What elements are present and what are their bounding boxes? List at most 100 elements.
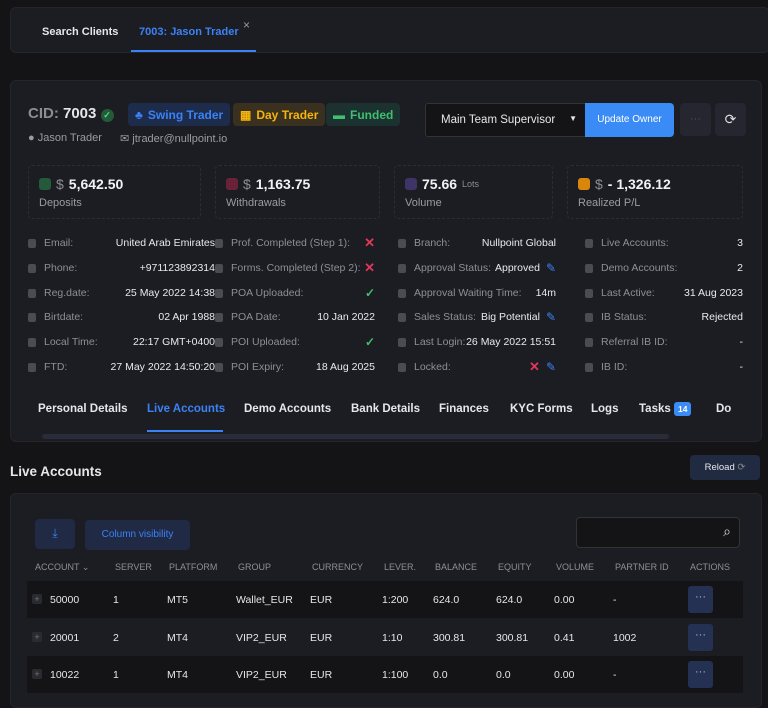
column-header[interactable]: LEVER.	[384, 562, 416, 572]
tab-demo-accounts[interactable]: Demo Accounts	[244, 403, 331, 415]
column-header[interactable]: ACTIONS	[690, 562, 730, 572]
search-icon: ⌕	[723, 523, 731, 539]
tabs-scrollbar[interactable]	[42, 434, 669, 439]
search-input[interactable]: ⌕	[576, 517, 740, 548]
tab-label: Personal Details	[38, 403, 128, 415]
info-key: POA Uploaded:	[231, 287, 304, 299]
field-icon	[28, 288, 36, 298]
download-button[interactable]: ⤓	[35, 519, 75, 549]
stat-label: Realized P/L	[578, 197, 641, 209]
column-header[interactable]: BALANCE	[435, 562, 477, 572]
section-title: Live Accounts	[10, 464, 102, 479]
tab-bar	[10, 7, 768, 53]
stat-label: Deposits	[39, 197, 82, 209]
edit-icon[interactable]: ✎	[546, 360, 556, 374]
column-label: PLATFORM	[169, 562, 218, 572]
column-header[interactable]: PARTNER ID	[615, 562, 669, 572]
owner-select[interactable]: Main Team Supervisor ▼	[425, 103, 586, 137]
column-label: PARTNER ID	[615, 562, 669, 572]
tab-label: Bank Details	[351, 403, 421, 415]
field-icon	[585, 312, 593, 322]
table-row: +20001 2 MT4 VIP2_EUR EUR 1:10 300.81 300.81 0.4…	[27, 618, 743, 656]
info-item: Sales Status: Big Potential ✎	[398, 310, 556, 324]
field-icon	[28, 263, 36, 273]
info-key: Referral IB ID:	[601, 336, 668, 348]
tab-bank-details[interactable]: Bank Details	[351, 403, 420, 415]
tab-tasks[interactable]: Tasks 14	[639, 402, 692, 416]
info-item: IB Status: Rejected	[585, 310, 743, 324]
table-cell: 1:10	[382, 631, 403, 644]
briefcase-icon	[578, 178, 590, 190]
info-item: Branch: Nullpoint Global	[398, 236, 556, 250]
column-header[interactable]: ACCOUNT ⌄	[35, 562, 89, 573]
update-owner-button[interactable]: Update Owner	[585, 103, 674, 137]
tab-logs[interactable]: Logs	[591, 403, 618, 415]
badge-day-trader: ▦ Day Trader	[233, 103, 326, 126]
column-header[interactable]: GROUP	[238, 562, 271, 572]
info-key: Sales Status:	[414, 311, 476, 323]
table-cell: MT4	[167, 669, 188, 681]
tab-label: Live Accounts	[147, 403, 226, 415]
tasks-badge: 14	[673, 402, 692, 416]
stat-realized-pl: $ - 1,326.12 Realized P/L	[567, 165, 743, 219]
row-actions-button[interactable]: ···	[688, 661, 713, 688]
info-value: -	[739, 361, 744, 373]
refresh-icon[interactable]: ⟳	[715, 103, 746, 136]
table-row: +50000 1 MT5 Wallet_EUR EUR 1:200 624.0 624.0 0.…	[27, 581, 743, 618]
info-key: Phone:	[44, 262, 78, 274]
info-key: Approval Waiting Time:	[414, 287, 522, 299]
column-visibility-button[interactable]: Column visibility	[85, 520, 190, 550]
tab-kyc-forms[interactable]: KYC Forms	[510, 403, 573, 415]
check-icon: ✓	[364, 335, 375, 349]
table-cell: EUR	[310, 669, 333, 681]
expand-icon[interactable]: +	[32, 631, 42, 642]
row-actions-button[interactable]: ···	[688, 586, 713, 613]
tab-search-clients[interactable]: Search Clients	[42, 26, 118, 38]
name: Jason Trader	[37, 132, 102, 144]
cross-icon: ✕	[364, 235, 375, 250]
edit-icon[interactable]: ✎	[546, 261, 556, 275]
field-icon	[398, 263, 406, 273]
info-item: Email: United Arab Emirates	[28, 236, 215, 250]
reload-button[interactable]: Reload ⟳	[690, 455, 760, 480]
info-key: Prof. Completed (Step 1):	[231, 237, 351, 249]
column-header[interactable]: VOLUME	[556, 562, 594, 572]
column-label: SERVER	[115, 562, 152, 572]
expand-icon[interactable]: +	[32, 594, 42, 604]
tab-live-accounts[interactable]: Live Accounts	[147, 403, 225, 415]
info-value: Big Potential	[480, 311, 540, 323]
expand-icon[interactable]: +	[32, 669, 42, 679]
table-cell: -	[613, 669, 617, 681]
table-cell: 0.00	[554, 669, 575, 681]
close-tab-icon[interactable]: ×	[243, 18, 250, 32]
column-header[interactable]: CURRENCY	[312, 562, 363, 572]
info-item: IB ID: -	[585, 360, 743, 374]
table-cell: 0.0	[433, 669, 448, 681]
edit-icon[interactable]: ✎	[546, 310, 556, 324]
table-cell: 0.0	[496, 669, 511, 681]
tab-label: Do	[716, 403, 732, 415]
tab-do[interactable]: Do	[716, 403, 731, 415]
table-cell: MT5	[167, 594, 188, 606]
field-icon	[215, 312, 223, 322]
tab-finances[interactable]: Finances	[439, 403, 489, 415]
info-key: POI Expiry:	[231, 361, 285, 373]
row-actions-button[interactable]: ···	[688, 623, 713, 651]
tab-personal-details[interactable]: Personal Details	[38, 403, 127, 415]
column-header[interactable]: SERVER	[115, 562, 152, 572]
info-value: 22:17 GMT+0400	[132, 336, 215, 348]
info-value: -	[739, 336, 744, 348]
stat-volume: 75.66 Lots Volume	[394, 165, 553, 219]
stat-value: - 1,326.12	[607, 176, 671, 192]
tab-client[interactable]: 7003: Jason Trader	[139, 26, 239, 38]
column-header[interactable]: EQUITY	[498, 562, 532, 572]
more-button[interactable]: ···	[680, 103, 711, 136]
info-item: Live Accounts: 3	[585, 236, 743, 250]
info-item: Birtdate: 02 Apr 1988	[28, 310, 215, 324]
client-email: ✉ jtrader@nullpoint.io	[120, 133, 228, 145]
arrow-up-icon	[39, 178, 51, 190]
users-icon: ♣	[135, 107, 143, 122]
column-header[interactable]: PLATFORM	[169, 562, 217, 572]
caret-down-icon: ▼	[569, 114, 577, 123]
info-value: +971123892314	[139, 262, 215, 274]
